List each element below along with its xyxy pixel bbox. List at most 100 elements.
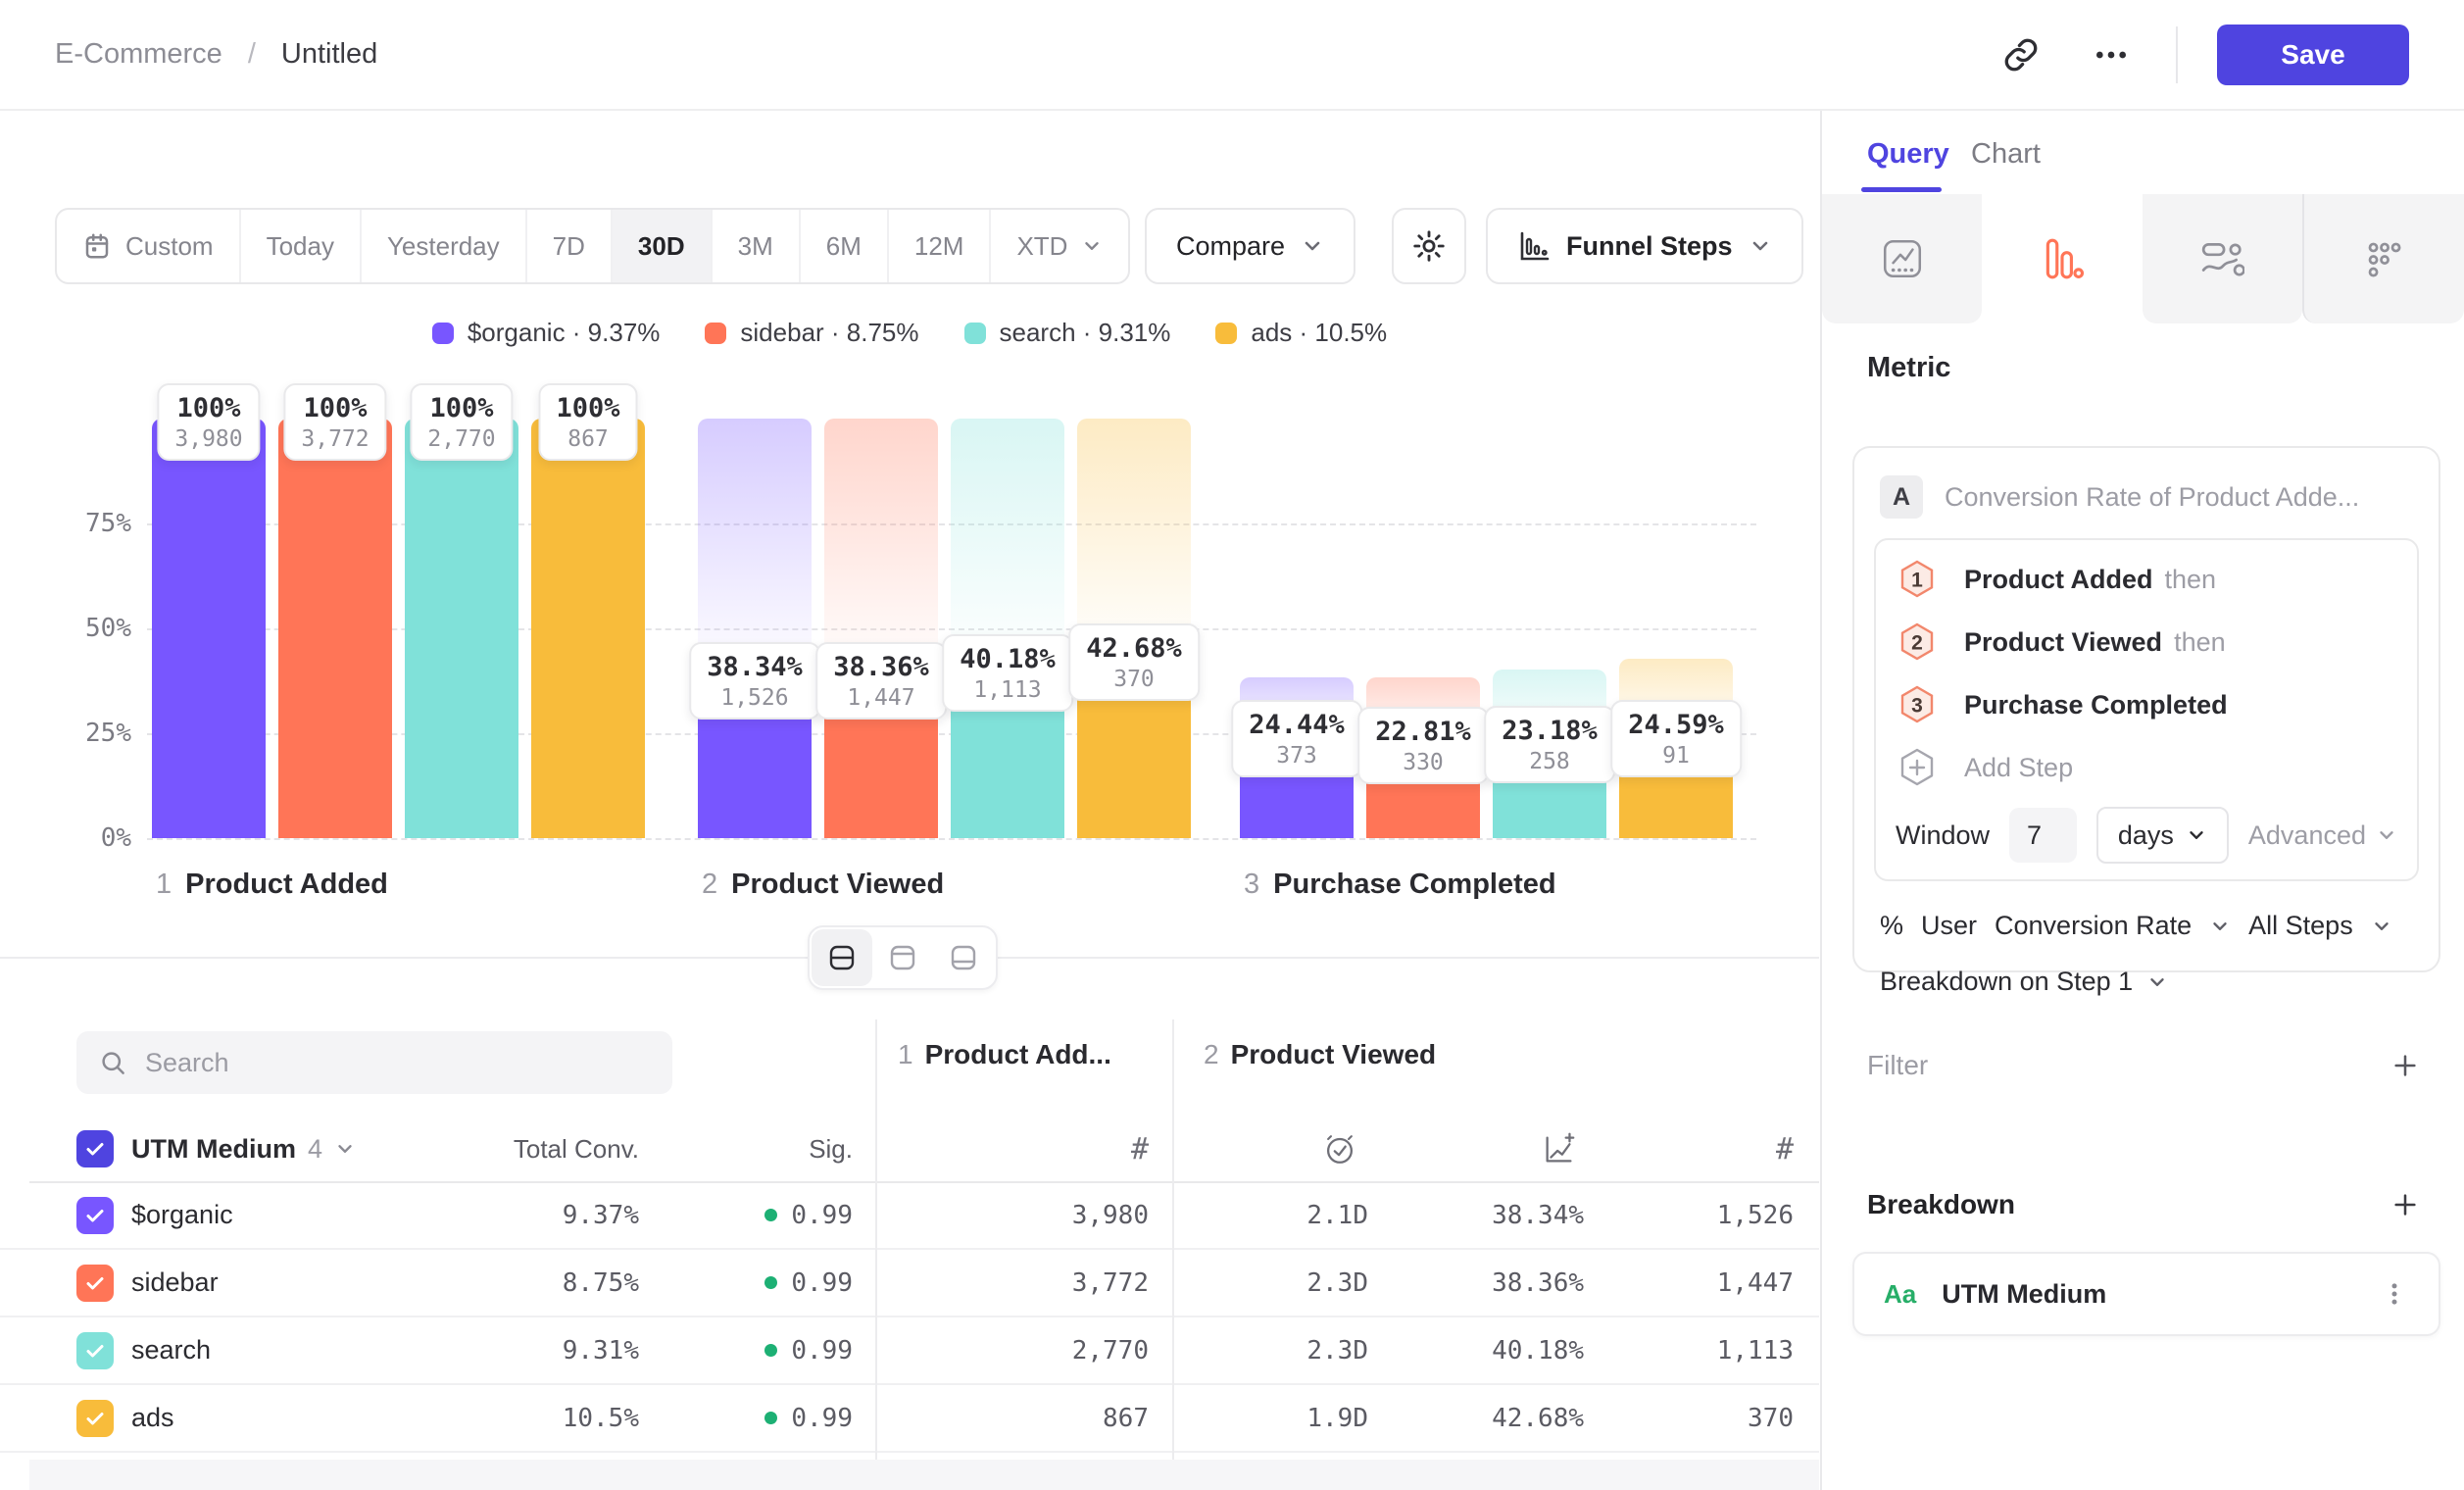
table-scrollbar-track[interactable]	[29, 1460, 1819, 1490]
row-label: search	[131, 1317, 211, 1383]
range-custom[interactable]: Custom	[57, 210, 239, 282]
funnel-bar-sidebar-step1[interactable]	[278, 419, 392, 838]
add-filter-icon[interactable]	[2390, 1050, 2421, 1081]
advanced-toggle[interactable]: Advanced	[2248, 820, 2397, 851]
legend-item-organic[interactable]: $organic · 9.37%	[432, 318, 661, 348]
funnel-bar-search-step1[interactable]	[405, 419, 518, 838]
measure-selector[interactable]: Conversion Rate	[1995, 911, 2192, 941]
share-link-icon[interactable]	[1996, 29, 2046, 80]
cell-step2-count: 370	[1558, 1385, 1794, 1451]
hash-icon[interactable]: #	[1558, 1118, 1794, 1180]
funnel-bar-ads-step1[interactable]	[531, 419, 645, 838]
table-search-input[interactable]: Search	[76, 1031, 672, 1094]
range-3m[interactable]: 3M	[711, 210, 799, 282]
topbar-divider	[2176, 26, 2178, 83]
breakdown-column-header[interactable]: UTM Medium 4	[131, 1118, 356, 1180]
table-row-sidebar[interactable]: sidebar8.75%0.993,7722.3D38.36%1,447	[0, 1250, 1819, 1317]
table-header-row: UTM Medium 4 Total Conv. Sig. #	[0, 1118, 1819, 1180]
window-value-input[interactable]: 7	[2009, 808, 2077, 863]
breakdown-step-selector[interactable]: Breakdown on Step 1	[1880, 967, 2413, 997]
legend-item-ads[interactable]: ads · 10.5%	[1215, 318, 1387, 348]
bar-count: 91	[1628, 743, 1724, 769]
hash-icon[interactable]: #	[913, 1118, 1149, 1180]
tab-insights[interactable]	[1822, 194, 1982, 323]
cell-sig: 0.99	[617, 1250, 853, 1316]
range-yesterday[interactable]: Yesterday	[360, 210, 525, 282]
tab-retention[interactable]	[2302, 194, 2464, 323]
select-all-checkbox[interactable]	[76, 1118, 114, 1180]
legend-item-sidebar[interactable]: sidebar · 8.75%	[705, 318, 918, 348]
table-row-organic[interactable]: $organic9.37%0.993,9802.1D38.34%1,526	[0, 1182, 1819, 1250]
range-xtd[interactable]: XTD	[989, 210, 1128, 282]
chevron-down-icon	[2209, 916, 2231, 937]
breadcrumb-project[interactable]: E-Commerce	[55, 38, 222, 71]
funnel-steps-card: 1Product Addedthen2Product Viewedthen3Pu…	[1874, 538, 2419, 881]
range-12m[interactable]: 12M	[887, 210, 990, 282]
window-unit-select[interactable]: days	[2096, 807, 2229, 864]
row-checkbox[interactable]	[76, 1317, 114, 1383]
breakdown-property-card[interactable]: Aa UTM Medium	[1852, 1252, 2440, 1336]
view-switcher	[808, 925, 998, 990]
bar-value-label: 100%3,980	[157, 383, 260, 461]
legend-swatch	[432, 323, 454, 344]
x-axis-step-label-2: 2Product Viewed	[702, 869, 944, 901]
breakdown-column-name: UTM Medium	[131, 1134, 296, 1165]
range-30d[interactable]: 30D	[611, 210, 711, 282]
svg-text:2: 2	[1911, 632, 1923, 655]
metric-step-3[interactable]: 3Purchase Completed	[1896, 673, 2397, 736]
column-header-sig[interactable]: Sig.	[617, 1118, 853, 1180]
table-row-ads[interactable]: ads10.5%0.998671.9D42.68%370	[0, 1385, 1819, 1453]
y-axis-tick: 0%	[29, 823, 131, 853]
breakdown-section-title: Breakdown	[1867, 1189, 2015, 1220]
range-today[interactable]: Today	[239, 210, 360, 282]
column-header-total-conv[interactable]: Total Conv.	[404, 1118, 639, 1180]
add-step-button[interactable]: Add Step	[1896, 736, 2397, 799]
funnel-bar-organic-step1[interactable]	[152, 419, 266, 838]
chevron-down-icon	[334, 1138, 356, 1160]
metric-step-1[interactable]: 1Product Addedthen	[1896, 548, 2397, 611]
step-name: Product Viewed	[1231, 1039, 1437, 1070]
range-6m[interactable]: 6M	[799, 210, 887, 282]
range-7d[interactable]: 7D	[525, 210, 611, 282]
tab-flows[interactable]	[2143, 194, 2302, 323]
string-property-icon: Aa	[1884, 1279, 1916, 1310]
kebab-menu-icon[interactable]	[2380, 1279, 2409, 1309]
significance-dot	[764, 1209, 777, 1221]
chevron-down-icon	[2146, 971, 2168, 993]
time-to-convert-icon[interactable]	[1321, 1118, 1358, 1180]
counting-unit-selector[interactable]: User	[1921, 911, 1977, 941]
bar-value-label: 38.34%1,526	[689, 642, 820, 720]
step-name: Purchase Completed	[1273, 869, 1555, 901]
bar-value-label: 24.59%91	[1610, 700, 1742, 777]
row-checkbox[interactable]	[76, 1385, 114, 1451]
tab-query[interactable]: Query	[1867, 138, 1949, 171]
y-axis-tick: 50%	[29, 614, 131, 643]
legend-item-search[interactable]: search · 9.31%	[964, 318, 1171, 348]
percent-token[interactable]: %	[1880, 911, 1903, 941]
metric-step-2[interactable]: 2Product Viewedthen	[1896, 611, 2397, 673]
metric-section-title: Metric	[1867, 352, 1950, 384]
row-checkbox[interactable]	[76, 1250, 114, 1316]
breadcrumb-report-title[interactable]: Untitled	[281, 38, 377, 71]
view-switcher-table-view[interactable]	[933, 929, 994, 986]
save-button[interactable]: Save	[2217, 25, 2409, 85]
legend-label: search · 9.31%	[1000, 318, 1171, 348]
chart-legend: $organic · 9.37% sidebar · 8.75% search · …	[0, 318, 1819, 348]
view-switcher-chart-view[interactable]	[872, 929, 933, 986]
step-number: 1	[898, 1039, 913, 1070]
range-label: 12M	[914, 231, 964, 262]
add-breakdown-icon[interactable]	[2390, 1189, 2421, 1220]
funnel-bar-faded-organic-step2[interactable]	[698, 419, 812, 677]
funnel-bar-faded-search-step2[interactable]	[951, 419, 1064, 670]
steps-scope-selector[interactable]: All Steps	[2248, 911, 2353, 941]
tab-funnels[interactable]	[1982, 194, 2142, 323]
view-switcher-split-view[interactable]	[812, 929, 872, 986]
table-row-search[interactable]: search9.31%0.992,7702.3D40.18%1,113	[0, 1317, 1819, 1385]
row-checkbox[interactable]	[76, 1182, 114, 1248]
funnel-bar-faded-sidebar-step2[interactable]	[824, 419, 938, 677]
more-menu-icon[interactable]	[2086, 29, 2137, 80]
metric-header[interactable]: A Conversion Rate of Product Adde...	[1880, 470, 2413, 524]
tab-chart[interactable]: Chart	[1971, 138, 2041, 171]
query-panel: Query Chart	[1820, 111, 2464, 1490]
cell-conv-rate: 38.36%	[1349, 1250, 1584, 1316]
